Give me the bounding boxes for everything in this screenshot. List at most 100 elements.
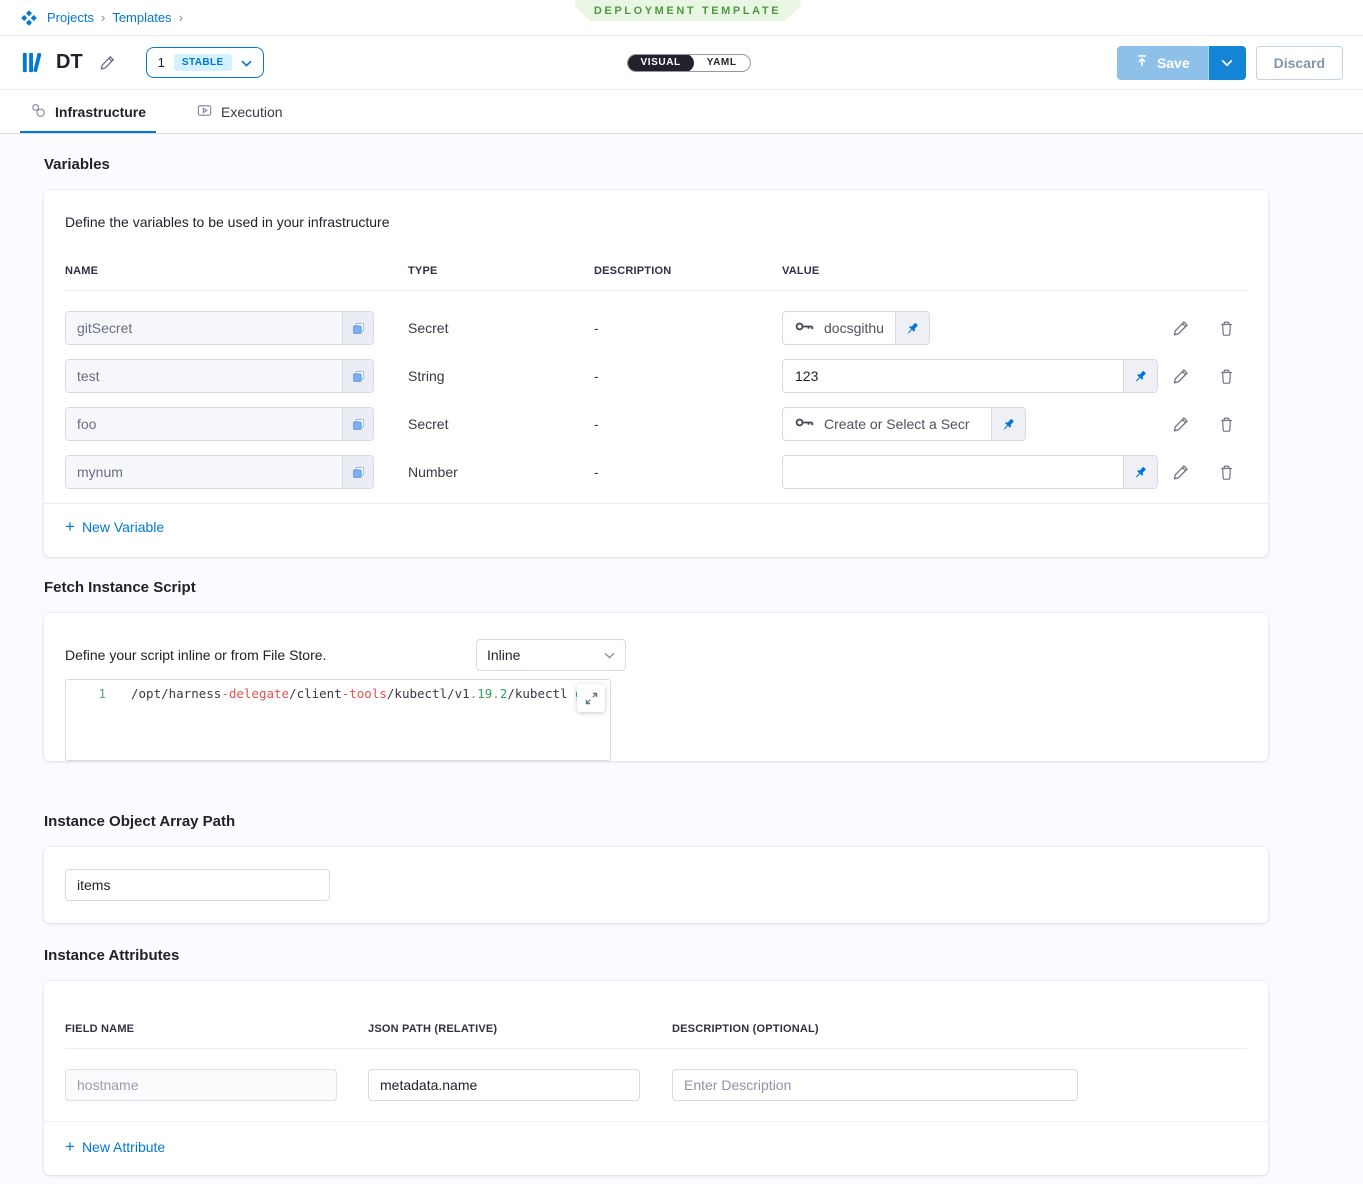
copy-icon[interactable] bbox=[342, 456, 373, 488]
breadcrumb-templates[interactable]: Templates bbox=[112, 10, 171, 25]
delete-variable-button[interactable] bbox=[1218, 368, 1235, 385]
variable-type: String bbox=[408, 368, 594, 384]
pin-icon[interactable] bbox=[1123, 360, 1157, 392]
tab-execution[interactable]: Execution bbox=[196, 90, 282, 133]
delete-variable-button[interactable] bbox=[1218, 320, 1235, 337]
tab-infrastructure[interactable]: Infrastructure bbox=[30, 90, 146, 133]
variable-type: Number bbox=[408, 464, 594, 480]
script-source-value: Inline bbox=[487, 647, 520, 663]
variable-value-field bbox=[782, 359, 1158, 393]
pin-icon[interactable] bbox=[1123, 456, 1157, 488]
variable-value-field bbox=[782, 455, 1158, 489]
variable-name-input bbox=[66, 312, 342, 344]
delete-variable-button[interactable] bbox=[1218, 464, 1235, 481]
infrastructure-panel: Variables Define the variables to be use… bbox=[0, 156, 1363, 1184]
column-header-json-path: JSON PATH (RELATIVE) bbox=[368, 1023, 672, 1035]
variable-description: - bbox=[594, 320, 782, 336]
tab-execution-label: Execution bbox=[221, 104, 282, 120]
pin-icon[interactable] bbox=[991, 408, 1025, 440]
column-header-description: DESCRIPTION bbox=[594, 265, 782, 277]
field-name-input bbox=[65, 1069, 337, 1101]
discard-button[interactable]: Discard bbox=[1256, 46, 1343, 80]
expand-editor-button[interactable] bbox=[577, 684, 605, 712]
deployment-template-ribbon: DEPLOYMENT TEMPLATE bbox=[575, 0, 801, 21]
variables-heading: Variables bbox=[44, 156, 1363, 173]
save-button[interactable]: Save bbox=[1117, 46, 1208, 80]
line-number: 1 bbox=[66, 686, 106, 701]
upload-icon bbox=[1135, 54, 1149, 71]
plus-icon: + bbox=[65, 518, 75, 535]
code-content: /opt/harness-delegate/client-tools/kubec… bbox=[106, 686, 598, 701]
secret-selector[interactable]: Create or Select a Secr bbox=[782, 407, 1026, 441]
page-title: DT bbox=[56, 51, 83, 74]
attributes-heading: Instance Attributes bbox=[44, 947, 1363, 964]
toggle-yaml[interactable]: YAML bbox=[694, 54, 750, 72]
version-selector[interactable]: 1 STABLE bbox=[146, 47, 264, 78]
new-attribute-button[interactable]: + New Attribute bbox=[65, 1138, 165, 1155]
new-attribute-label: New Attribute bbox=[82, 1139, 165, 1155]
variables-description: Define the variables to be used in your … bbox=[44, 190, 1268, 230]
attributes-column-headers: FIELD NAME JSON PATH (RELATIVE) DESCRIPT… bbox=[44, 981, 1268, 1035]
secret-selector[interactable]: docsgithu bbox=[782, 311, 930, 345]
code-line: 1 /opt/harness-delegate/client-tools/kub… bbox=[66, 680, 610, 701]
edit-variable-button[interactable] bbox=[1172, 415, 1190, 433]
variables-footer: + New Variable bbox=[44, 503, 1268, 557]
edit-variable-button[interactable] bbox=[1172, 463, 1190, 481]
edit-title-pencil-icon[interactable] bbox=[99, 54, 116, 71]
template-header: DT 1 STABLE VISUAL YAML Save bbox=[0, 36, 1363, 90]
edit-variable-button[interactable] bbox=[1172, 319, 1190, 337]
variable-name-field bbox=[65, 359, 374, 393]
key-icon bbox=[795, 415, 815, 433]
variable-description: - bbox=[594, 464, 782, 480]
save-label: Save bbox=[1157, 55, 1190, 71]
table-row: Number - bbox=[65, 455, 1247, 489]
variables-card: Define the variables to be used in your … bbox=[44, 190, 1268, 557]
variable-value-input[interactable] bbox=[783, 360, 1123, 392]
array-path-card bbox=[44, 847, 1268, 923]
column-header-name: NAME bbox=[65, 265, 408, 277]
array-path-heading: Instance Object Array Path bbox=[44, 813, 1363, 830]
script-source-select[interactable]: Inline bbox=[476, 639, 626, 671]
column-header-value: VALUE bbox=[782, 265, 1247, 277]
script-code-editor[interactable]: 1 /opt/harness-delegate/client-tools/kub… bbox=[65, 679, 611, 761]
plus-icon: + bbox=[65, 1138, 75, 1155]
attribute-description-input[interactable] bbox=[672, 1069, 1078, 1101]
variable-name-input bbox=[66, 408, 342, 440]
breadcrumb-projects[interactable]: Projects bbox=[47, 10, 94, 25]
version-stable-badge: STABLE bbox=[174, 54, 232, 71]
chevron-right-icon: › bbox=[179, 10, 183, 25]
json-path-input[interactable] bbox=[368, 1069, 640, 1101]
chevron-down-icon bbox=[241, 54, 252, 72]
table-row: Secret - Create or Select a Secr bbox=[65, 407, 1247, 441]
column-header-description-optional: DESCRIPTION (OPTIONAL) bbox=[672, 1023, 1247, 1035]
array-path-input[interactable] bbox=[65, 869, 330, 901]
table-row: Secret - docsgithu bbox=[65, 311, 1247, 345]
copy-icon[interactable] bbox=[342, 360, 373, 392]
new-variable-label: New Variable bbox=[82, 519, 164, 535]
new-variable-button[interactable]: + New Variable bbox=[65, 518, 164, 535]
attributes-footer: + New Attribute bbox=[44, 1121, 1268, 1175]
table-row: String - bbox=[65, 359, 1247, 393]
copy-icon[interactable] bbox=[342, 312, 373, 344]
copy-icon[interactable] bbox=[342, 408, 373, 440]
table-row bbox=[44, 1049, 1268, 1121]
variable-value-input[interactable] bbox=[783, 456, 1123, 488]
pin-icon[interactable] bbox=[895, 312, 929, 344]
fetch-script-controls: Define your script inline or from File S… bbox=[44, 613, 1268, 671]
secret-value-label: Create or Select a Secr bbox=[824, 416, 970, 432]
infrastructure-icon bbox=[30, 102, 47, 122]
key-icon bbox=[795, 319, 815, 337]
tab-infrastructure-label: Infrastructure bbox=[55, 104, 146, 120]
fetch-script-heading: Fetch Instance Script bbox=[44, 579, 1363, 596]
save-options-button[interactable] bbox=[1208, 46, 1246, 80]
variable-name-input bbox=[66, 456, 342, 488]
column-header-field-name: FIELD NAME bbox=[65, 1023, 368, 1035]
variable-description: - bbox=[594, 416, 782, 432]
delete-variable-button[interactable] bbox=[1218, 416, 1235, 433]
chevron-down-icon bbox=[604, 646, 615, 664]
execution-icon bbox=[196, 102, 213, 122]
toggle-visual[interactable]: VISUAL bbox=[627, 54, 693, 72]
variables-rows: Secret - docsgithu bbox=[44, 291, 1268, 489]
edit-variable-button[interactable] bbox=[1172, 367, 1190, 385]
discard-label: Discard bbox=[1274, 55, 1325, 71]
